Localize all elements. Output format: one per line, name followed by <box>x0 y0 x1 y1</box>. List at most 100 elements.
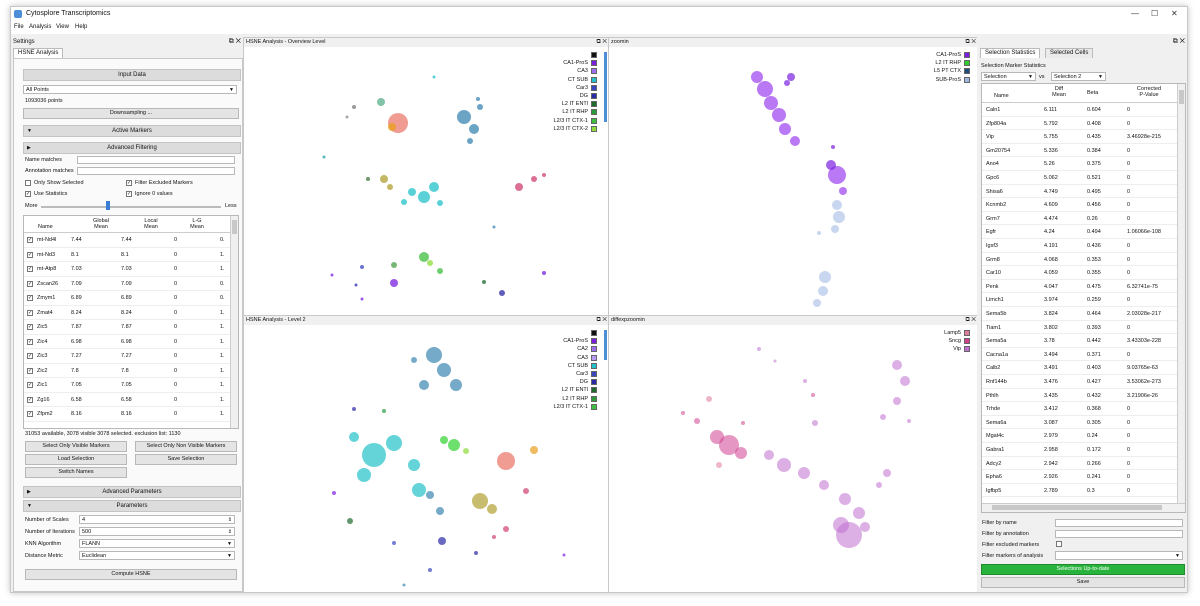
filter-analysis-select[interactable]: ▼ <box>1055 551 1183 560</box>
threshold-slider-handle[interactable] <box>106 201 110 210</box>
minimize-button[interactable]: — <box>1131 9 1139 18</box>
diffexp-view[interactable]: diffexpzoomin ⧉ ✕ Lamp5 Sncg Vip <box>608 315 979 593</box>
table-row[interactable]: ✓ Zic1 7.05 7.05 0 1. <box>24 378 231 393</box>
row-checkbox[interactable]: ✓ <box>27 266 33 272</box>
hscroll-thumb[interactable] <box>992 505 1162 510</box>
legend-item[interactable]: L2 IT ENTl <box>562 387 597 395</box>
level2-view[interactable]: HSNE Analysis - Level 2 ⧉ ✕ CA1-ProS CA2 CA… <box>243 315 610 592</box>
table-row[interactable]: Trhde 3.412 0.368 0 <box>982 402 1178 416</box>
table-row[interactable]: ✓ Zmat4 8.24 8.24 0 1. <box>24 306 231 320</box>
table-row[interactable]: ✓ mt-Nd3 8.1 8.1 0 1. <box>24 248 231 262</box>
load-selection-button[interactable]: Load Selection <box>25 454 127 465</box>
legend-item[interactable]: L5 PT CTX <box>934 68 970 76</box>
legend-item[interactable]: Car3 <box>576 371 597 379</box>
view-controls[interactable]: ⧉ ✕ <box>596 316 607 325</box>
ignore-zero-checkbox[interactable]: ✓ <box>126 191 132 197</box>
table-row[interactable]: Egfr 4.24 0.494 1.06066e-108 <box>982 225 1178 239</box>
table-row[interactable]: Kcnmb2 4.609 0.456 0 <box>982 198 1178 212</box>
table-row[interactable]: Rnf144b 3.476 0.427 3.53062e-273 <box>982 375 1178 389</box>
table-row[interactable]: ✓ Zg16 6.58 6.58 0 1. <box>24 393 231 407</box>
input-data-header[interactable]: Input Data <box>23 69 241 81</box>
filter-name-input[interactable] <box>1055 519 1183 527</box>
panel-controls[interactable]: ⧉ ✕ <box>229 37 241 47</box>
table-row[interactable]: Sema5b 3.824 0.464 2.03028e-217 <box>982 307 1178 321</box>
knn-select[interactable]: FLANN ▼ <box>79 539 235 548</box>
select-visible-button[interactable]: Select Only Visible Markers <box>25 441 127 452</box>
table-row[interactable]: ✓ Zic4 6.98 6.98 0 1. <box>24 335 231 349</box>
table-row[interactable]: Caln1 6.111 0.604 0 <box>982 103 1178 117</box>
distance-select[interactable]: Euclidean ▼ <box>79 551 235 560</box>
table-row[interactable]: Shisa6 4.749 0.495 0 <box>982 185 1178 199</box>
row-checkbox[interactable]: ✓ <box>27 295 33 301</box>
table-row[interactable]: Igsf3 4.191 0.436 0 <box>982 239 1178 253</box>
table-row[interactable]: ✓ Zfpm2 8.16 8.16 0 1. <box>24 407 231 422</box>
selections-status-button[interactable]: Selections Up-to-date <box>981 564 1185 575</box>
table-row[interactable]: ✓ Zic5 7.87 7.87 0 1. <box>24 320 231 335</box>
legend-item[interactable] <box>588 52 597 60</box>
close-button[interactable]: ✕ <box>1171 9 1178 18</box>
menu-view[interactable]: View <box>56 24 69 30</box>
legend-item[interactable]: CA2 <box>577 346 597 354</box>
row-checkbox[interactable]: ✓ <box>27 237 33 243</box>
table-row[interactable]: ✓ mt-Atp8 7.03 7.03 0 1. <box>24 262 231 277</box>
legend-item[interactable]: SUB-ProS <box>936 76 970 85</box>
table-row[interactable]: ✓ Zscan26 7.09 7.09 0 0. <box>24 277 231 291</box>
legend-item[interactable]: L2 IT RHP <box>562 395 597 404</box>
table-row[interactable]: Penk 4.047 0.475 6.32741e-75 <box>982 280 1178 294</box>
name-matches-input[interactable] <box>77 156 235 164</box>
save-selection-button[interactable]: Save Selection <box>135 454 237 465</box>
table-row[interactable]: Grm8 4.068 0.353 0 <box>982 253 1178 267</box>
markers-scrollbar[interactable] <box>230 216 238 428</box>
row-checkbox[interactable]: ✓ <box>27 309 33 316</box>
active-markers-header[interactable]: ▼ Active Markers <box>23 125 241 137</box>
advanced-filtering-header[interactable]: ▶ Advanced Filtering <box>23 142 241 154</box>
legend-item[interactable]: Car3 <box>576 84 597 93</box>
row-checkbox[interactable]: ✓ <box>27 338 33 345</box>
menu-help[interactable]: Help <box>75 24 87 30</box>
overview-view[interactable]: HSNE Analysis - Overview Level ⧉ ✕ CA1-P… <box>243 37 610 317</box>
legend-item[interactable]: CA1-ProS <box>563 338 597 346</box>
col-diff-mean[interactable]: Diff Mean <box>1044 86 1074 98</box>
parameters-header[interactable]: ▼ Parameters <box>23 500 241 512</box>
col-lg-mean[interactable]: L-G Mean <box>182 218 212 230</box>
col-beta[interactable]: Beta <box>1087 90 1098 96</box>
legend-item[interactable]: L2/3 IT CTX-2 <box>554 125 597 134</box>
col-p-value[interactable]: Corrected P-Value <box>1126 86 1172 98</box>
table-row[interactable]: Car10 4.059 0.355 0 <box>982 266 1178 280</box>
select-non-visible-button[interactable]: Select Only Non Visible Markers <box>135 441 237 452</box>
legend-scrollbar[interactable] <box>604 330 607 360</box>
table-row[interactable]: ✓ Zic2 7.8 7.8 0 1. <box>24 364 231 378</box>
view-controls[interactable]: ⧉ ✕ <box>965 38 976 47</box>
compute-hsne-button[interactable]: Compute HSNE <box>25 569 237 580</box>
table-row[interactable]: Ano4 5.26 0.375 0 <box>982 157 1178 171</box>
legend-item[interactable]: CT SUB <box>568 362 597 371</box>
table-row[interactable]: Gabra1 2.958 0.172 0 <box>982 443 1178 457</box>
dataset-select[interactable]: All Points ▼ <box>23 85 237 94</box>
menu-analysis[interactable]: Analysis <box>29 24 51 30</box>
table-row[interactable]: Mgat4c 2.979 0.24 0 <box>982 429 1178 443</box>
scales-spinbox[interactable]: 4 ⇕ <box>79 515 235 524</box>
legend-item[interactable]: CA3 <box>577 354 597 363</box>
table-row[interactable]: Igfbp5 2.789 0.3 0 <box>982 484 1178 498</box>
row-checkbox[interactable]: ✓ <box>27 382 33 388</box>
legend-item[interactable]: CT SUB <box>568 76 597 85</box>
table-row[interactable]: Sema6a 3.087 0.305 0 <box>982 416 1178 430</box>
tab-selection-statistics[interactable]: Selection Statistics <box>980 48 1041 58</box>
table-row[interactable]: ✓ Zic3 7.27 7.27 0 1. <box>24 349 231 364</box>
table-row[interactable]: ✓ mt-Nd4l 7.44 7.44 0 0. <box>24 233 231 248</box>
table-row[interactable]: Cacna1a 3.494 0.371 0 <box>982 348 1178 362</box>
legend-item[interactable]: DG <box>580 93 597 101</box>
row-checkbox[interactable]: ✓ <box>27 353 33 359</box>
table-row[interactable]: Pthlh 3.435 0.432 3.21906e-26 <box>982 389 1178 403</box>
col-name[interactable]: Name <box>38 224 53 230</box>
row-checkbox[interactable]: ✓ <box>27 367 33 374</box>
table-row[interactable]: Tiam1 3.802 0.393 0 <box>982 321 1178 335</box>
table-row[interactable]: Zfp804a 5.792 0.408 0 <box>982 117 1178 131</box>
table-row[interactable]: Gm20754 5.336 0.384 0 <box>982 144 1178 158</box>
table-row[interactable]: Calb2 3.491 0.403 9.03765e-63 <box>982 361 1178 375</box>
table-row[interactable]: Gpc6 5.062 0.521 0 <box>982 171 1178 185</box>
view-controls[interactable]: ⧉ ✕ <box>965 316 976 325</box>
legend-item[interactable]: Lamp5 <box>944 330 970 338</box>
diffexp-scatter[interactable] <box>609 325 978 593</box>
menu-file[interactable]: File <box>14 24 24 30</box>
